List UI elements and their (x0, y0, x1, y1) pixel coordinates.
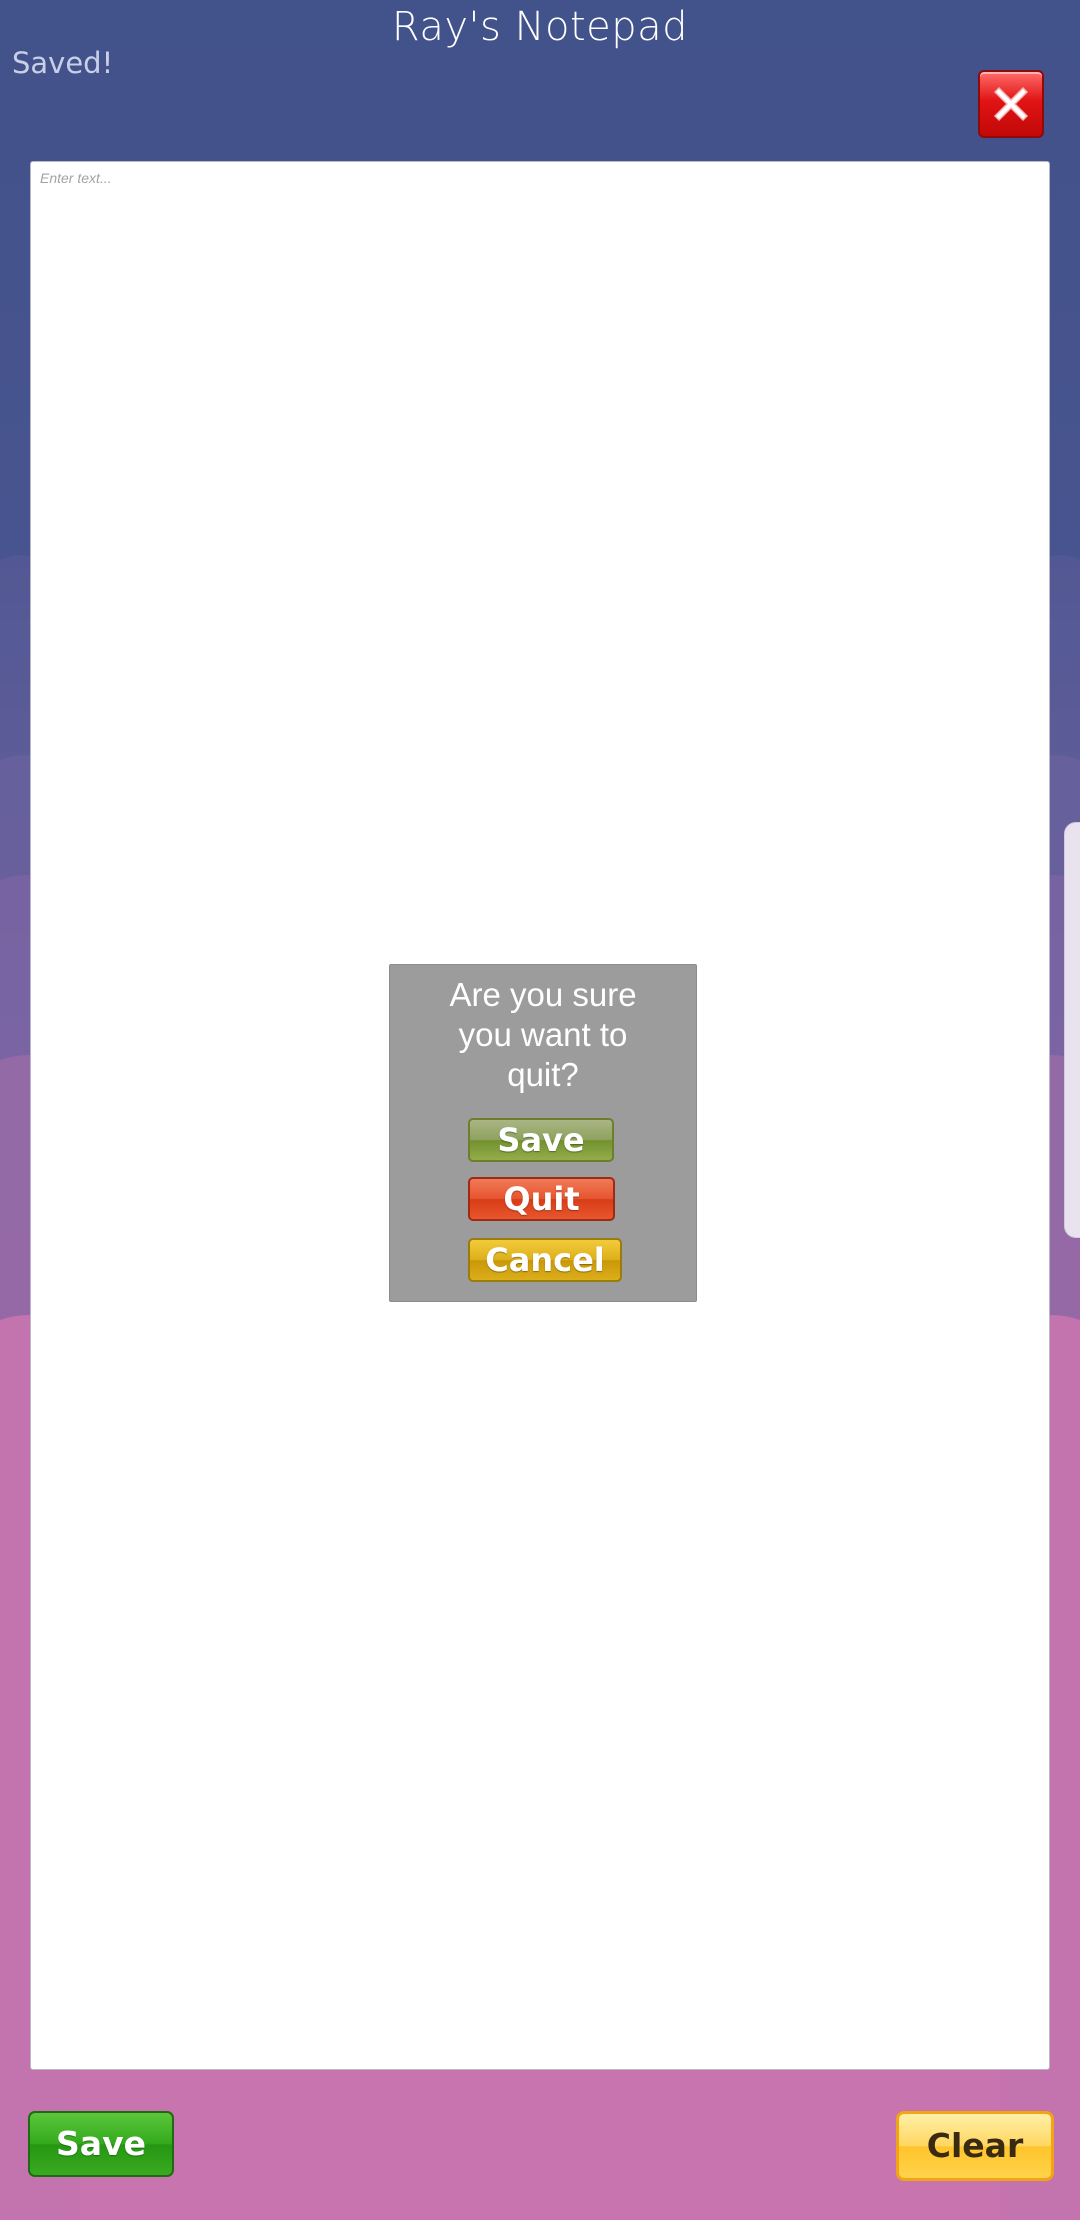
close-icon (993, 86, 1029, 122)
save-button[interactable]: Save (28, 2111, 174, 2177)
app-title: Ray's Notepad (391, 4, 689, 50)
clear-button[interactable]: Clear (896, 2111, 1054, 2181)
save-status: Saved! (12, 46, 114, 80)
dialog-cancel-button[interactable]: Cancel (468, 1238, 622, 1282)
side-drawer-handle[interactable] (1064, 822, 1080, 1238)
dialog-quit-button[interactable]: Quit (468, 1177, 615, 1221)
close-button[interactable] (978, 70, 1044, 138)
dialog-save-button[interactable]: Save (468, 1118, 614, 1162)
quit-confirm-dialog: Are you sure you want to quit? Save Quit… (389, 964, 697, 1302)
dialog-message: Are you sure you want to quit? (449, 976, 637, 1093)
